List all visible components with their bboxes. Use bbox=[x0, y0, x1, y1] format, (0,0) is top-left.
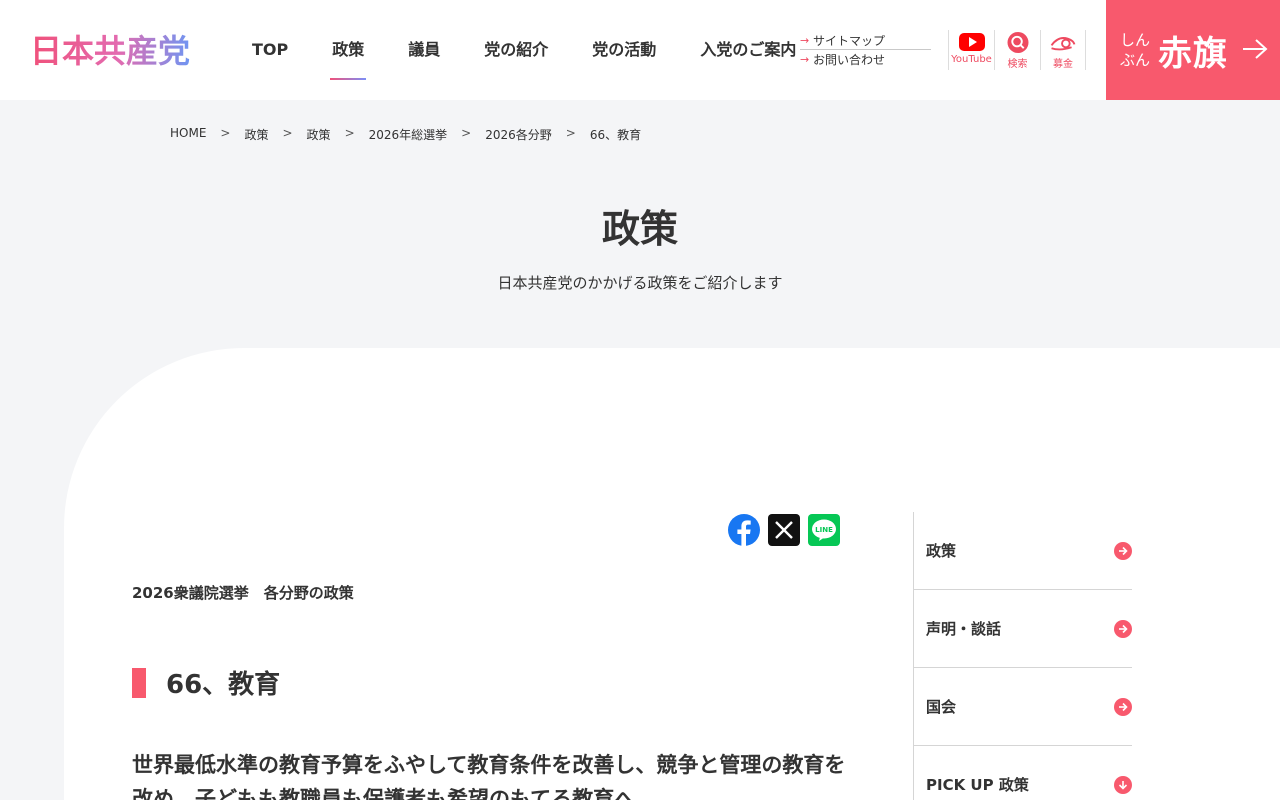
arrow-right-icon: → bbox=[800, 34, 810, 47]
line-icon-text: LINE bbox=[815, 526, 833, 534]
youtube-button[interactable]: YouTube bbox=[948, 30, 994, 70]
nav-top[interactable]: TOP bbox=[252, 0, 288, 100]
breadcrumb-separator: > bbox=[565, 126, 576, 140]
search-button[interactable]: 検索 bbox=[994, 30, 1040, 70]
breadcrumb-home[interactable]: HOME bbox=[170, 126, 206, 143]
article-heading: 66、教育 bbox=[132, 664, 280, 701]
search-icon bbox=[1007, 32, 1028, 53]
facebook-icon bbox=[737, 520, 751, 546]
share-buttons: LINE bbox=[728, 514, 840, 546]
header-sublinks: → サイトマップ → お問い合わせ bbox=[800, 32, 931, 68]
sidebar-item-pickup[interactable]: PICK UP 政策 bbox=[914, 746, 1132, 800]
akahata-banner[interactable]: しんぶん 赤旗 bbox=[1106, 0, 1280, 100]
donation-icon bbox=[1050, 37, 1076, 51]
sidebar-item-label: 政策 bbox=[926, 542, 957, 560]
line-icon: LINE bbox=[812, 519, 836, 541]
site-logo[interactable]: 日本共産党 bbox=[30, 30, 200, 70]
donation-label: 募金 bbox=[1053, 59, 1073, 70]
search-label: 検索 bbox=[1007, 59, 1028, 70]
article-heading-text: 66、教育 bbox=[166, 670, 281, 700]
breadcrumb-separator: > bbox=[282, 126, 293, 140]
nav-members[interactable]: 議員 bbox=[408, 0, 440, 100]
arrow-right-circle-icon bbox=[1114, 541, 1132, 560]
breadcrumb-election[interactable]: 2026年総選挙 bbox=[369, 126, 448, 143]
sidebar-item-statements[interactable]: 声明・談話 bbox=[914, 590, 1132, 668]
youtube-label: YouTube bbox=[951, 54, 992, 65]
akahata-title: 赤旗 bbox=[1158, 34, 1228, 74]
header-icons: YouTube 検索 募金 bbox=[948, 30, 1086, 70]
page-subtitle: 日本共産党のかかげる政策をご紹介します bbox=[497, 274, 783, 292]
line-share-button[interactable]: LINE bbox=[808, 514, 840, 546]
sidebar-item-policy[interactable]: 政策 bbox=[914, 512, 1132, 590]
sitemap-link[interactable]: → サイトマップ bbox=[800, 32, 931, 50]
svg-text:日本共産党: 日本共産党 bbox=[30, 32, 190, 70]
nav-policy[interactable]: 政策 bbox=[330, 0, 367, 100]
breadcrumb-current: 66、教育 bbox=[589, 128, 642, 142]
breadcrumb-fields[interactable]: 2026各分野 bbox=[485, 126, 552, 143]
breadcrumb-policy-2[interactable]: 政策 bbox=[307, 126, 331, 143]
article-lead: 世界最低水準の教育予算をふやして教育条件を改善し、競争と管理の教育を改め、子ども… bbox=[132, 753, 846, 800]
site-header: 日本共産党 TOP 政策 議員 党の紹介 党の活動 入党のご案内 → サイトマッ… bbox=[0, 0, 1280, 100]
nav-about[interactable]: 党の紹介 bbox=[484, 0, 548, 100]
sidebar-item-label: PICK UP 政策 bbox=[926, 776, 1029, 794]
sitemap-label: サイトマップ bbox=[813, 34, 886, 48]
x-share-button[interactable] bbox=[768, 514, 800, 546]
page-title: 政策 bbox=[601, 207, 678, 251]
sidebar-item-diet[interactable]: 国会 bbox=[914, 668, 1132, 746]
heading-accent-bar bbox=[132, 667, 146, 698]
arrow-right-circle-icon bbox=[1114, 697, 1132, 716]
arrow-down-circle-icon bbox=[1114, 775, 1132, 794]
breadcrumb-separator: > bbox=[220, 126, 231, 140]
youtube-icon bbox=[958, 33, 985, 51]
contact-link[interactable]: → お問い合わせ bbox=[800, 50, 931, 68]
sidebar-item-label: 声明・談話 bbox=[926, 620, 1002, 638]
breadcrumb: HOME > 政策 > 政策 > 2026年総選挙 > 2026各分野 > 66… bbox=[170, 126, 641, 143]
sidebar: 政策 声明・談話 国会 PICK UP 政策 bbox=[913, 512, 1132, 800]
sidebar-item-label: 国会 bbox=[926, 698, 957, 716]
donation-button[interactable]: 募金 bbox=[1040, 30, 1086, 70]
breadcrumb-separator: > bbox=[461, 126, 472, 140]
logo-mark: 日本共産党 bbox=[30, 32, 190, 70]
akahata-small-text: しんぶん bbox=[1120, 31, 1151, 69]
main-nav: TOP 政策 議員 党の紹介 党の活動 入党のご案内 bbox=[230, 0, 818, 100]
nav-activities[interactable]: 党の活動 bbox=[592, 0, 656, 100]
contact-label: お問い合わせ bbox=[813, 52, 886, 67]
arrow-right-circle-icon bbox=[1114, 619, 1132, 638]
facebook-share-button[interactable] bbox=[728, 514, 760, 546]
breadcrumb-separator: > bbox=[344, 126, 355, 140]
nav-join[interactable]: 入党のご案内 bbox=[700, 0, 796, 100]
article-subhead: 2026衆議院選挙 各分野の政策 bbox=[132, 584, 354, 602]
breadcrumb-policy[interactable]: 政策 bbox=[244, 126, 268, 143]
arrow-right-icon bbox=[1243, 39, 1268, 59]
arrow-right-icon: → bbox=[800, 52, 810, 66]
x-icon bbox=[775, 521, 793, 539]
